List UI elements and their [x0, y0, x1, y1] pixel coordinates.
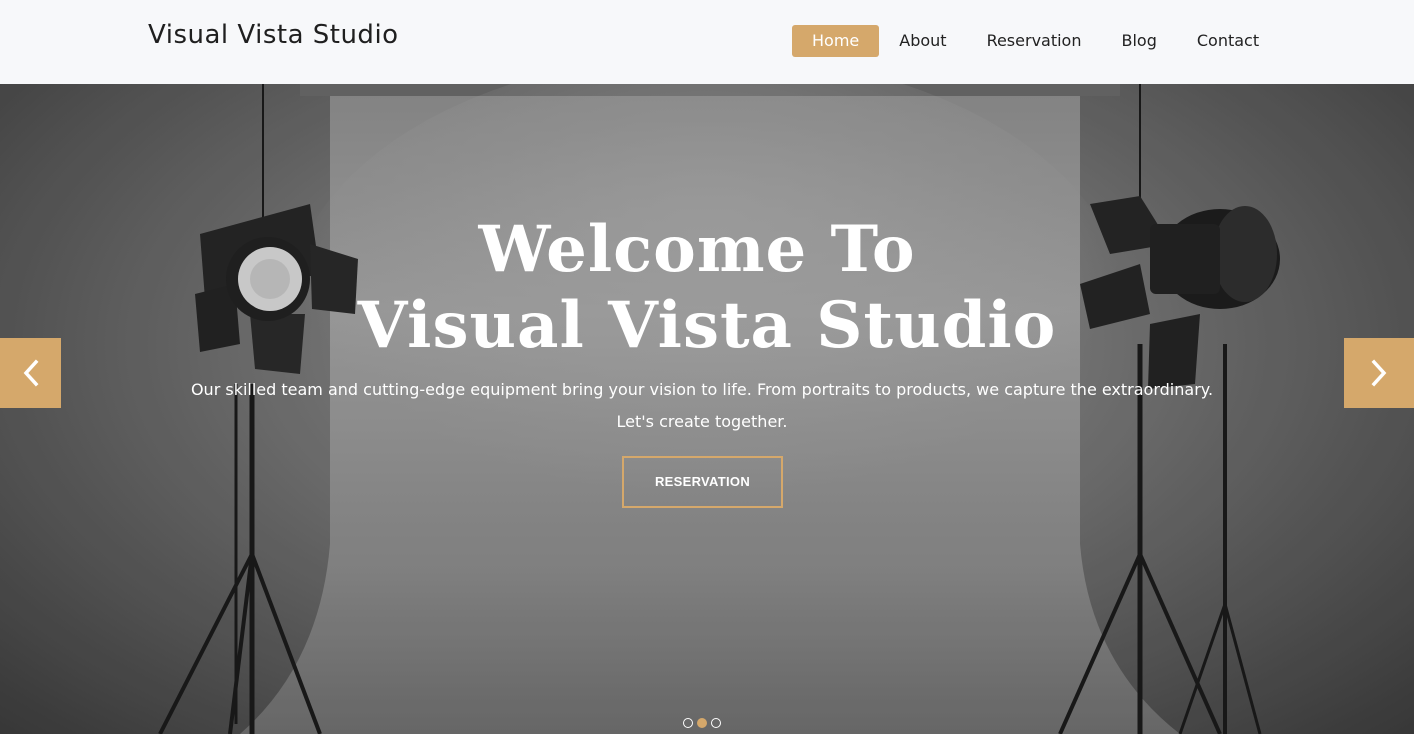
- brand-logo-text[interactable]: Visual Vista Studio: [148, 20, 399, 50]
- carousel-dot-1[interactable]: [683, 718, 693, 728]
- nav-contact[interactable]: Contact: [1177, 25, 1279, 57]
- main-nav: Home About Reservation Blog Contact: [792, 25, 1279, 57]
- nav-home[interactable]: Home: [792, 25, 880, 57]
- reservation-button[interactable]: RESERVATION: [622, 456, 783, 508]
- site-header: Visual Vista Studio Home About Reservati…: [0, 0, 1414, 84]
- hero-title-line1: Welcome To: [478, 212, 916, 287]
- nav-blog[interactable]: Blog: [1101, 25, 1176, 57]
- carousel-prev-button[interactable]: [0, 338, 61, 408]
- nav-reservation[interactable]: Reservation: [967, 25, 1102, 57]
- hero-description: Our skilled team and cutting-edge equipm…: [190, 380, 1214, 431]
- carousel-indicators: [683, 718, 721, 728]
- chevron-left-icon: [23, 359, 38, 387]
- nav-about[interactable]: About: [879, 25, 966, 57]
- hero-title-line2: Visual Vista Studio: [357, 288, 1057, 363]
- carousel-dot-3[interactable]: [711, 718, 721, 728]
- hero-carousel: Welcome To Visual Vista Studio Our skill…: [0, 84, 1414, 734]
- carousel-next-button[interactable]: [1344, 338, 1414, 408]
- carousel-dot-2[interactable]: [697, 718, 707, 728]
- chevron-right-icon: [1371, 359, 1387, 387]
